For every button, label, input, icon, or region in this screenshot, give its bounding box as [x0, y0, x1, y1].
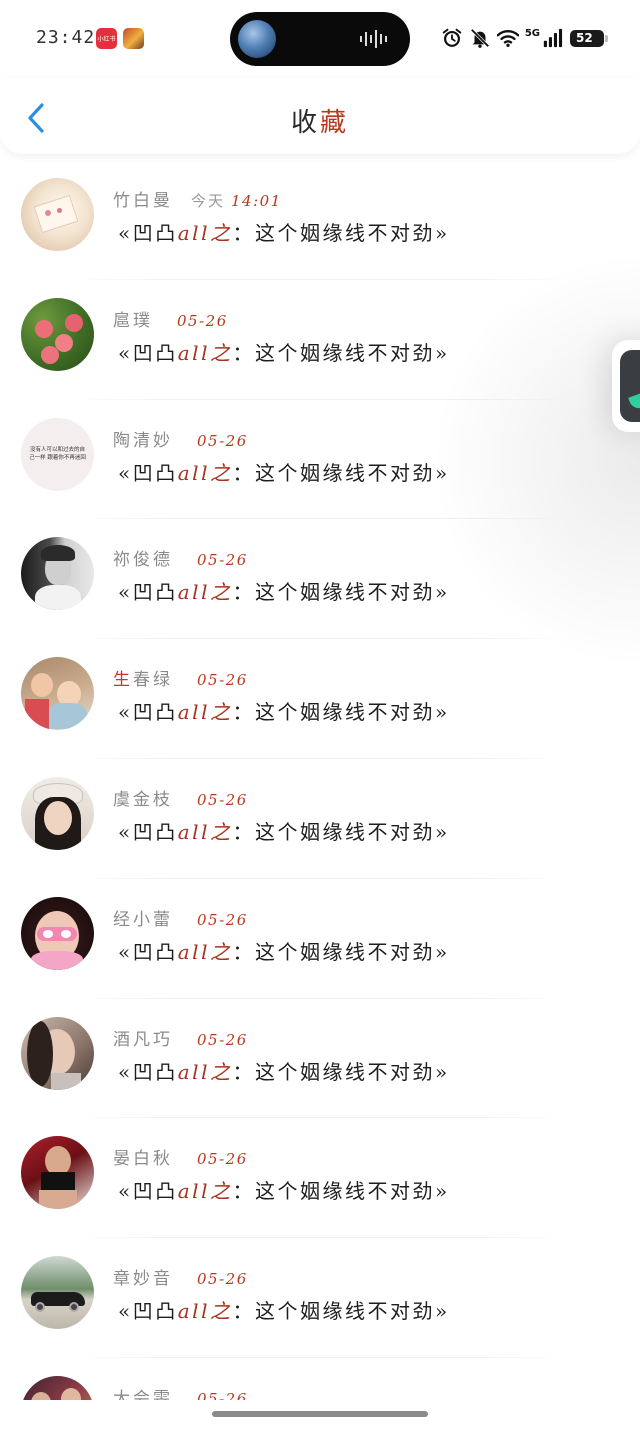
avatar[interactable]: [21, 657, 94, 731]
user-name: 酒凡巧: [113, 1029, 173, 1050]
user-name: 祢俊德: [113, 550, 173, 571]
favorite-title: «凹凸all之：这个姻缘线不对劲»: [118, 700, 450, 725]
user-name: 晏白秋: [113, 1149, 173, 1170]
battery-icon: 52: [570, 29, 608, 47]
floating-assistant-button[interactable]: [612, 340, 640, 432]
avatar[interactable]: 没有人可以和过去的自己一样 跟着你不再迷回: [21, 417, 94, 491]
favorite-title: «凹凸all之：这个姻缘线不对劲»: [118, 460, 450, 485]
list-item[interactable]: 章妙音 05-26 «凹凸all之：这个姻缘线不对劲»: [0, 1238, 640, 1358]
avatar[interactable]: [21, 896, 94, 970]
favorite-title: «凹凸all之：这个姻缘线不对劲»: [118, 1059, 450, 1084]
now-playing-artwork: [238, 20, 276, 58]
list-item[interactable]: 经小蕾 05-26 «凹凸all之：这个姻缘线不对劲»: [0, 879, 640, 999]
avatar[interactable]: [21, 1375, 94, 1400]
list-item[interactable]: 祢俊德 05-26 «凹凸all之：这个姻缘线不对劲»: [0, 519, 640, 640]
nav-bar: 收藏: [0, 78, 640, 154]
favorite-title: «凹凸all之：这个姻缘线不对劲»: [118, 580, 450, 605]
date-label: 05-26: [177, 311, 228, 330]
date-label: 05-26: [197, 1030, 248, 1049]
favorite-title: «凹凸all之：这个姻缘线不对劲»: [118, 819, 450, 844]
user-name: 扈璞: [113, 310, 153, 331]
avatar-quote-text: 没有人可以和过去的自己一样 跟着你不再迷回: [29, 446, 86, 461]
favorite-title: «凹凸all之：这个姻缘线不对劲»: [118, 221, 450, 245]
date-label: 05-26: [197, 1150, 248, 1169]
user-name: 章妙音: [113, 1269, 173, 1290]
signal-icon: [543, 28, 563, 48]
audio-wave-icon: [360, 30, 387, 48]
user-name: 生春绿: [113, 670, 173, 691]
user-name: 竹白曼: [113, 191, 173, 211]
list-item[interactable]: 虞金枝 05-26 «凹凸all之：这个姻缘线不对劲»: [0, 759, 640, 879]
assistant-icon: [620, 350, 640, 422]
list-item[interactable]: 没有人可以和过去的自己一样 跟着你不再迷回 陶清妙 05-26 «凹凸all之：…: [0, 400, 640, 520]
date-label: 05-26: [197, 1270, 248, 1289]
home-indicator[interactable]: [212, 1411, 428, 1417]
status-bar: 23:42 小红书 5G 52: [0, 0, 640, 78]
user-name: 虞金枝: [113, 789, 173, 810]
dynamic-island[interactable]: [230, 12, 410, 66]
list-item[interactable]: 酒凡巧 05-26 «凹凸all之：这个姻缘线不对劲»: [0, 999, 640, 1119]
alarm-icon: [442, 28, 462, 47]
title-accent-text: 藏: [320, 108, 350, 138]
avatar[interactable]: [21, 178, 94, 251]
status-time: 23:42: [36, 27, 96, 48]
favorite-title: «凹凸all之：这个姻缘线不对劲»: [118, 340, 450, 365]
date-label: 05-26: [197, 1389, 248, 1400]
date-label: 05-26: [197, 910, 248, 929]
avatar[interactable]: [21, 297, 94, 371]
list-item[interactable]: 扈璞 05-26 «凹凸all之：这个姻缘线不对劲»: [0, 280, 640, 400]
list-item[interactable]: 竹白曼 今天 14:01 «凹凸all之：这个姻缘线不对劲»: [0, 160, 640, 280]
system-icons: 5G 52: [441, 25, 608, 51]
list-item[interactable]: 大会雯 05-26: [0, 1358, 640, 1400]
user-name: 大会雯: [113, 1388, 173, 1400]
page-title: 收藏: [0, 102, 640, 139]
favorite-title: «凹凸all之：这个姻缘线不对劲»: [118, 939, 450, 964]
favorite-title: «凹凸all之：这个姻缘线不对劲»: [118, 1179, 450, 1204]
avatar[interactable]: [21, 1256, 94, 1330]
avatar[interactable]: [21, 1016, 94, 1090]
date-label: 05-26: [197, 551, 248, 570]
list-item[interactable]: 生春绿 05-26 «凹凸all之：这个姻缘线不对劲»: [0, 639, 640, 759]
date-label: 05-26: [197, 790, 248, 809]
avatar[interactable]: [21, 776, 94, 850]
game-app-icon: [123, 28, 144, 49]
list-item[interactable]: 晏白秋 05-26 «凹凸all之：这个姻缘线不对劲»: [0, 1118, 640, 1239]
user-name: 陶清妙: [113, 430, 173, 451]
xiaohongshu-app-icon: 小红书: [96, 28, 117, 49]
favorite-title: «凹凸all之：这个姻缘线不对劲»: [118, 1299, 450, 1324]
mute-bell-icon: [470, 28, 490, 48]
wifi-icon: [496, 30, 519, 47]
avatar[interactable]: [21, 537, 94, 611]
favorites-list[interactable]: 竹白曼 今天 14:01 «凹凸all之：这个姻缘线不对劲» 扈璞 05-26 «…: [0, 160, 640, 1400]
date-label: 05-26: [197, 431, 248, 450]
avatar[interactable]: [21, 1136, 94, 1210]
date-label: 05-26: [197, 671, 248, 690]
network-type-label: 5G: [524, 27, 540, 39]
user-name: 经小蕾: [113, 909, 173, 930]
date-label: 今天 14:01: [191, 192, 282, 210]
title-text: 收: [290, 108, 320, 138]
